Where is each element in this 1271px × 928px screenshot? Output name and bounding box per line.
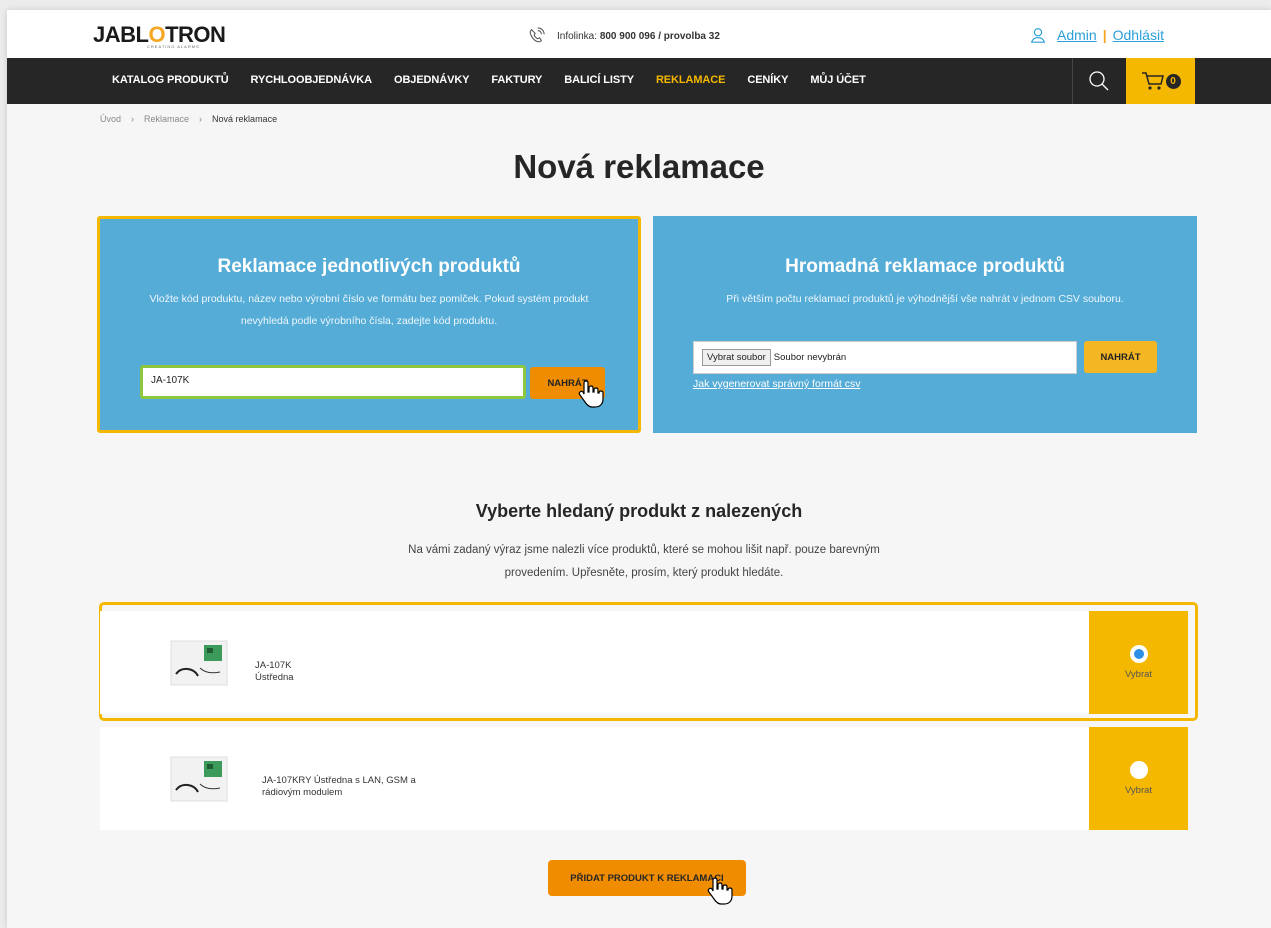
hand-cursor-icon — [578, 380, 604, 408]
bulk-upload-button[interactable]: NAHRÁT — [1084, 341, 1157, 373]
product-row[interactable]: JA-107KRY Ústředna s LAN, GSM a rádiovým … — [100, 727, 1188, 830]
breadcrumb: Úvod › Reklamace › Nová reklamace — [100, 114, 287, 124]
file-status: Soubor nevybrán — [773, 352, 847, 363]
product-thumbnail — [170, 640, 228, 686]
top-bar: JABLOTRON CREATING ALARMS Infolinka: 800… — [7, 10, 1271, 58]
nav-item-balici-listy[interactable]: BALICÍ LISTY — [564, 74, 634, 86]
select-label: Vybrat — [1124, 785, 1153, 796]
main-nav: KATALOG PRODUKTŮ RYCHLOOBJEDNÁVKA OBJEDN… — [7, 58, 1271, 104]
product-radio[interactable] — [1129, 761, 1148, 779]
search-icon — [1089, 71, 1109, 91]
product-search-input[interactable]: JA-107K — [140, 365, 526, 399]
bulk-claim-title: Hromadná reklamace produktů — [785, 256, 1065, 277]
single-claim-panel: Reklamace jednotlivých produktů Vložte k… — [97, 216, 641, 433]
select-cell[interactable]: Vybrat — [1089, 727, 1188, 830]
user-menu: Admin | Odhlásit — [1029, 26, 1164, 44]
search-button[interactable] — [1072, 58, 1125, 104]
nav-item-ceniky[interactable]: CENÍKY — [747, 74, 788, 86]
infoline-label: Infolinka: — [557, 30, 598, 42]
browser-page: JABLOTRON CREATING ALARMS Infolinka: 800… — [7, 10, 1271, 928]
hand-cursor-icon — [707, 877, 733, 905]
logout-link[interactable]: Odhlásit — [1113, 27, 1164, 43]
phone-icon — [529, 27, 545, 43]
product-thumbnail — [170, 756, 228, 802]
product-code: JA-107K — [255, 660, 292, 671]
user-separator: | — [1102, 27, 1107, 43]
nav-item-objednavky[interactable]: OBJEDNÁVKY — [394, 74, 470, 86]
product-name: JA-107KRY Ústředna s LAN, GSM a rádiovým … — [262, 775, 416, 799]
cart-icon — [1141, 72, 1164, 90]
infoline-number: 800 900 096 / provolba 32 — [599, 30, 720, 42]
product-radio-selected[interactable] — [1129, 645, 1148, 663]
breadcrumb-separator: › — [131, 114, 135, 124]
select-cell[interactable]: Vybrat — [1089, 611, 1188, 714]
nav-item-muj-ucet[interactable]: MŮJ ÚČET — [810, 74, 866, 86]
product-type: Ústředna — [255, 672, 294, 683]
cart-count-badge: 0 — [1165, 73, 1181, 89]
bulk-claim-text: Při větším počtu reklamací produktů je v… — [726, 293, 1124, 305]
breadcrumb-reklamace[interactable]: Reklamace — [144, 114, 189, 124]
choose-file-button[interactable]: Vybrat soubor — [702, 349, 771, 366]
csv-help-link[interactable]: Jak vygenerovat správný formát csv — [693, 378, 860, 390]
logo-tagline: CREATING ALARMS — [147, 44, 200, 49]
user-icon — [1030, 28, 1046, 43]
infoline: Infolinka: 800 900 096 / provolba 32 — [527, 27, 720, 45]
single-claim-text: Vložte kód produktu, název nebo výrobní … — [149, 293, 589, 327]
results-description: Na vámi zadaný výraz jsme nalezli více p… — [408, 544, 880, 579]
admin-link[interactable]: Admin — [1057, 27, 1097, 43]
product-name-line2: rádiovým modulem — [262, 787, 343, 798]
breadcrumb-current: Nová reklamace — [212, 114, 278, 124]
single-claim-title: Reklamace jednotlivých produktů — [217, 256, 521, 277]
results-title: Vyberte hledaný produkt z nalezených — [475, 501, 803, 521]
breadcrumb-home[interactable]: Úvod — [100, 114, 121, 124]
product-name-line1: JA-107KRY Ústředna s LAN, GSM a — [262, 775, 416, 786]
product-row[interactable]: JA-107K Ústředna Vybrat — [100, 611, 1188, 714]
csv-file-input[interactable]: Vybrat soubor Soubor nevybrán — [693, 341, 1077, 374]
bulk-claim-panel: Hromadná reklamace produktů Při větším p… — [653, 216, 1197, 433]
nav-item-rychloobjednavka[interactable]: RYCHLOOBJEDNÁVKA — [251, 74, 373, 86]
product-name: JA-107K Ústředna — [255, 660, 294, 684]
nav-item-katalog[interactable]: KATALOG PRODUKTŮ — [112, 74, 229, 86]
nav-item-reklamace[interactable]: REKLAMACE — [656, 74, 725, 86]
nav-item-faktury[interactable]: FAKTURY — [491, 74, 542, 86]
select-label: Vybrat — [1124, 669, 1153, 680]
cart-button[interactable]: 0 — [1126, 58, 1195, 104]
page-title: Nová reklamace — [513, 148, 765, 185]
breadcrumb-separator: › — [199, 114, 203, 124]
